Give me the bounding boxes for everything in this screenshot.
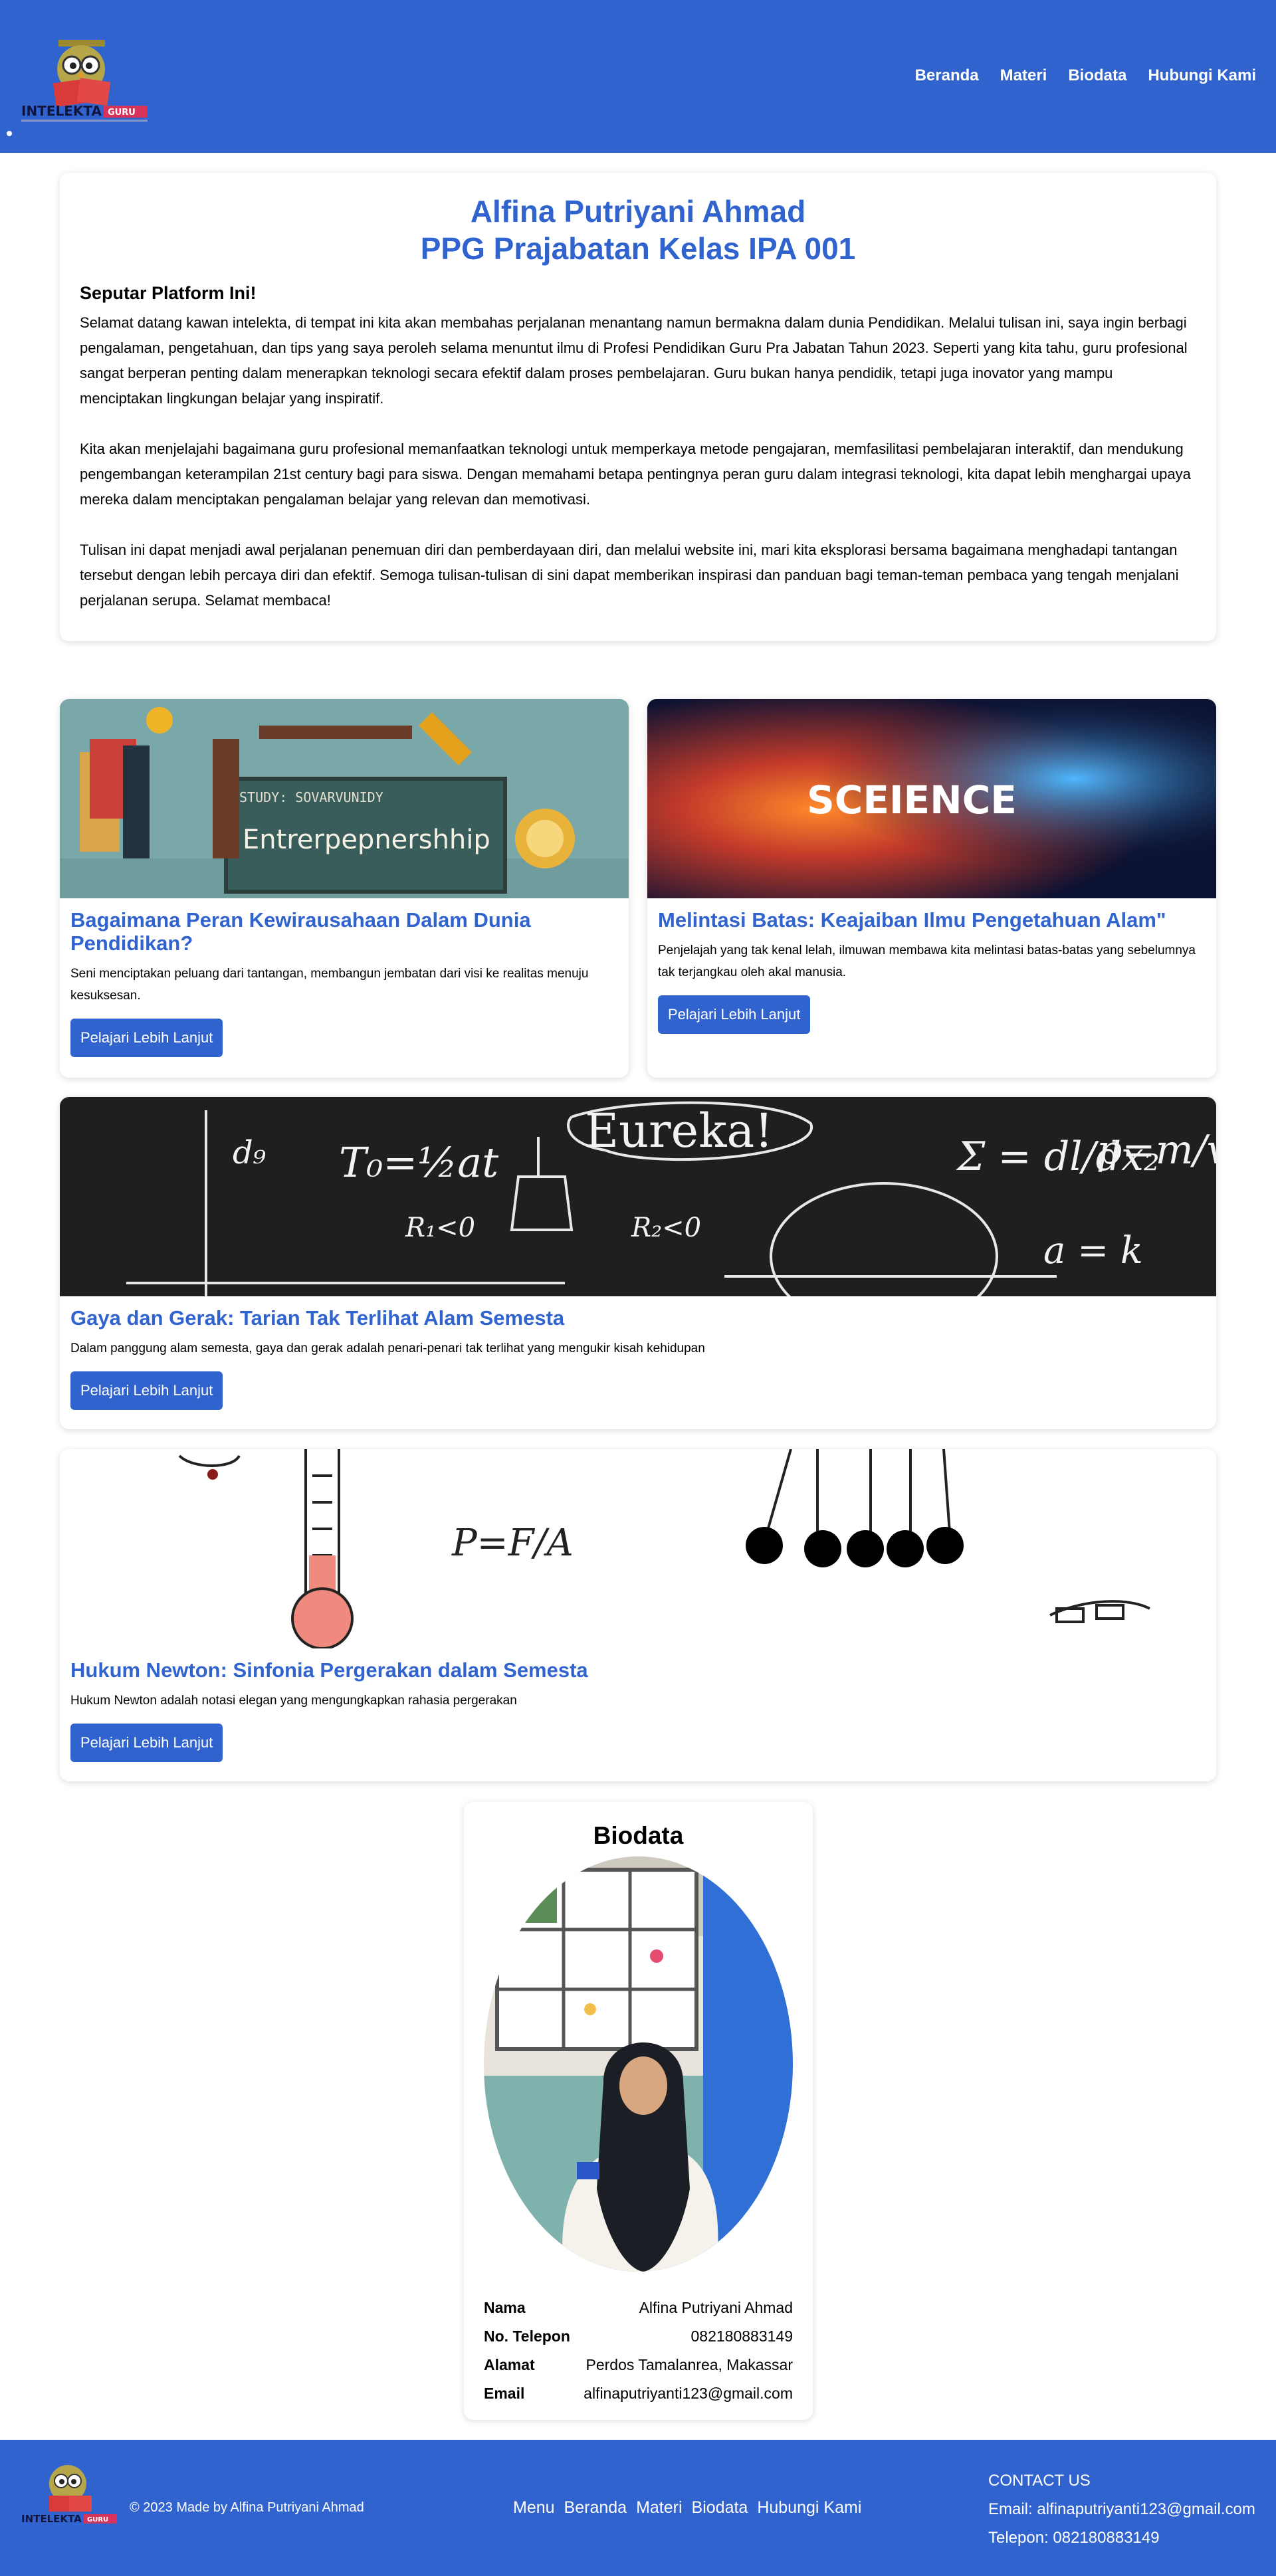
logo-tag: GURU xyxy=(108,108,136,118)
biodata-row-alamat: Alamat Perdos Tamalanrea, Makassar xyxy=(484,2351,793,2379)
nav-materi[interactable]: Materi xyxy=(1000,66,1047,85)
site-header: INTELEKTA GURU Beranda Materi Biodata Hu… xyxy=(0,0,1276,153)
nav-beranda[interactable]: Beranda xyxy=(915,66,979,85)
intro-paragraph-3: Tulisan ini dapat menjadi awal perjalana… xyxy=(80,542,1179,609)
svg-text:d₉: d₉ xyxy=(233,1134,266,1171)
biodata-value: Perdos Tamalanrea, Makassar xyxy=(585,2356,794,2373)
article-image-chalkboard: Eureka! T₀=½at d₉ Σ = dl/dx₂ p=m/v a = k… xyxy=(60,1097,1216,1296)
footer-contact: CONTACT US Email: alfinaputriyanti123@gm… xyxy=(988,2466,1255,2552)
biodata-row-nama: Nama Alfina Putriyani Ahmad xyxy=(484,2294,793,2322)
footer-nav: Menu Beranda Materi Biodata Hubungi Kami xyxy=(513,2498,861,2518)
image-caption: Eureka! xyxy=(585,1104,773,1158)
biodata-label: Nama xyxy=(484,2299,526,2316)
article-body: Hukum Newton: Sinfonia Pergerakan dalam … xyxy=(70,1658,1206,1762)
image-subcaption: STUDY: SOVARVUNIDY xyxy=(239,789,383,805)
article-image-entrepreneurship: Entrerpepnershhip STUDY: SOVARVUNIDY xyxy=(60,699,629,898)
contact-title: CONTACT US xyxy=(988,2472,1091,2490)
biodata-value: Alfina Putriyani Ahmad xyxy=(639,2299,793,2316)
footer-nav-materi[interactable]: Materi xyxy=(636,2498,682,2518)
article-title[interactable]: Hukum Newton: Sinfonia Pergerakan dalam … xyxy=(70,1658,1206,1682)
author-name: Alfina Putriyani Ahmad xyxy=(470,194,806,229)
biodata-row-email: Email alfinaputriyanti123@gmail.com xyxy=(484,2379,793,2408)
article-title[interactable]: Bagaimana Peran Kewirausahaan Dalam Duni… xyxy=(70,908,618,955)
biodata-row-telepon: No. Telepon 082180883149 xyxy=(484,2322,793,2351)
footer-nav-biodata[interactable]: Biodata xyxy=(692,2498,748,2518)
footer-copyright: © 2023 Made by Alfina Putriyani Ahmad xyxy=(130,2500,364,2515)
biodata-value: alfinaputriyanti123@gmail.com xyxy=(584,2385,793,2402)
svg-text:P=F/A: P=F/A xyxy=(451,1522,574,1565)
logo-text: INTELEKTA xyxy=(21,103,102,119)
article-body: Melintasi Batas: Keajaiban Ilmu Pengetah… xyxy=(658,908,1206,1034)
learn-more-button[interactable]: Pelajari Lebih Lanjut xyxy=(70,1724,223,1762)
footer-nav-beranda[interactable]: Beranda xyxy=(564,2498,627,2518)
article-description: Seni menciptakan peluang dari tantangan,… xyxy=(70,967,589,1003)
article-description: Dalam panggung alam semesta, gaya dan ge… xyxy=(70,1341,705,1355)
article-card-ipa: SCEIENCE Melintasi Batas: Keajaiban Ilmu… xyxy=(647,699,1216,1078)
contact-phone[interactable]: Telepon: 082180883149 xyxy=(988,2524,1255,2552)
intro-paragraph-1: Selamat datang kawan intelekta, di tempa… xyxy=(80,314,1188,407)
article-card-hukum-newton: P=F/A Hukum Newton: Sinfonia Pergerakan … xyxy=(60,1449,1216,1781)
footer-logo[interactable]: INTELEKTA GURU xyxy=(20,2458,120,2531)
profile-photo xyxy=(484,1856,793,2272)
contact-email[interactable]: Email: alfinaputriyanti123@gmail.com xyxy=(988,2495,1255,2524)
learn-more-button[interactable]: Pelajari Lebih Lanjut xyxy=(70,1019,223,1057)
biodata-title: Biodata xyxy=(593,1822,684,1849)
site-footer: INTELEKTA GURU © 2023 Made by Alfina Put… xyxy=(0,2440,1276,2576)
svg-text:p=m/v: p=m/v xyxy=(1097,1127,1216,1173)
footer-nav-menu: Menu xyxy=(513,2498,555,2517)
article-card-kewirausahaan: Entrerpepnershhip STUDY: SOVARVUNIDY Bag… xyxy=(60,699,629,1078)
image-caption: Entrerpepnershhip xyxy=(243,825,490,855)
article-title[interactable]: Melintasi Batas: Keajaiban Ilmu Pengetah… xyxy=(658,908,1206,932)
learn-more-button[interactable]: Pelajari Lebih Lanjut xyxy=(658,995,811,1034)
biodata-label: Alamat xyxy=(484,2356,535,2373)
header-dot xyxy=(7,131,12,136)
intro-heading: Seputar Platform Ini! xyxy=(80,283,257,303)
article-description: Penjelajah yang tak kenal lelah, ilmuwan… xyxy=(658,943,1196,979)
article-body: Bagaimana Peran Kewirausahaan Dalam Duni… xyxy=(70,908,618,1057)
footer-nav-hubungi-kami[interactable]: Hubungi Kami xyxy=(757,2498,861,2518)
logo-text: INTELEKTA xyxy=(21,2513,82,2525)
article-body: Gaya dan Gerak: Tarian Tak Terlihat Alam… xyxy=(70,1306,1206,1410)
nav-hubungi-kami[interactable]: Hubungi Kami xyxy=(1148,66,1256,85)
intro-paragraph-2: Kita akan menjelajahi bagaimana guru pro… xyxy=(80,441,1191,508)
program-name: PPG Prajabatan Kelas IPA 001 xyxy=(420,231,856,266)
biodata-label: Email xyxy=(484,2385,525,2402)
page-title: Alfina Putriyani Ahmad PPG Prajabatan Ke… xyxy=(80,193,1196,267)
article-image-physics-sketch: P=F/A xyxy=(60,1449,1216,1648)
article-title[interactable]: Gaya dan Gerak: Tarian Tak Terlihat Alam… xyxy=(70,1306,1206,1330)
svg-text:R₂<0: R₂<0 xyxy=(631,1213,701,1243)
logo-tag: GURU xyxy=(87,2516,108,2524)
image-caption: SCEIENCE xyxy=(807,777,1017,823)
article-card-gaya-gerak: Eureka! T₀=½at d₉ Σ = dl/dx₂ p=m/v a = k… xyxy=(60,1097,1216,1429)
biodata-label: No. Telepon xyxy=(484,2328,570,2345)
article-description: Hukum Newton adalah notasi elegan yang m… xyxy=(70,1694,517,1708)
biodata-value: 082180883149 xyxy=(691,2328,794,2345)
learn-more-button[interactable]: Pelajari Lebih Lanjut xyxy=(70,1371,223,1410)
main-nav: Beranda Materi Biodata Hubungi Kami xyxy=(915,66,1256,85)
biodata-card: Biodata Nama Alfina Putriyani Ahmad No. … xyxy=(464,1802,813,2420)
svg-text:a = k: a = k xyxy=(1043,1229,1143,1272)
svg-text:T₀=½at: T₀=½at xyxy=(339,1138,498,1187)
article-image-science: SCEIENCE xyxy=(647,699,1216,898)
nav-biodata[interactable]: Biodata xyxy=(1068,66,1126,85)
site-logo[interactable]: INTELEKTA GURU xyxy=(20,35,150,128)
biodata-table: Nama Alfina Putriyani Ahmad No. Telepon … xyxy=(484,2294,793,2408)
intro-card: Alfina Putriyani Ahmad PPG Prajabatan Ke… xyxy=(60,173,1216,641)
svg-text:R₁<0: R₁<0 xyxy=(405,1213,475,1243)
